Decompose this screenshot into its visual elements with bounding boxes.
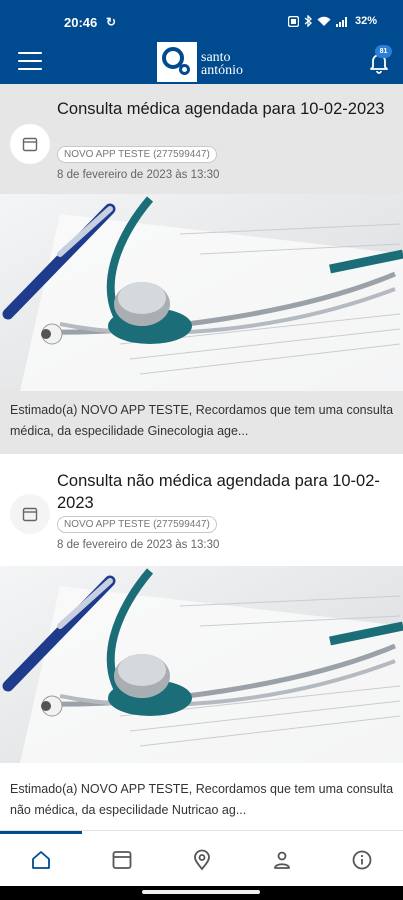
status-bar: 20:46 ↻ 32% (0, 0, 403, 42)
calendar-icon[interactable] (111, 849, 133, 871)
logo-text: santo antónio (201, 50, 243, 78)
home-icon[interactable] (30, 849, 52, 871)
logo: santo antónio (157, 42, 243, 82)
notification-count-badge: 81 (375, 45, 392, 58)
gesture-bar (0, 886, 403, 900)
info-icon[interactable] (351, 849, 373, 871)
status-time: 20:46 (64, 15, 98, 30)
stethoscope-photo (0, 194, 403, 391)
bluetooth-icon (304, 15, 312, 27)
wifi-icon (317, 16, 331, 26)
notification-excerpt: Estimado(a) NOVO APP TESTE, Recordamos q… (10, 403, 394, 438)
sync-icon: ↻ (106, 15, 117, 29)
notification-excerpt: Estimado(a) NOVO APP TESTE, Recordamos q… (10, 782, 394, 817)
notification-card[interactable]: Consulta não médica agendada para 10-02-… (0, 458, 403, 830)
screenshot-icon (287, 15, 299, 27)
active-tab-indicator (0, 831, 82, 834)
notification-card[interactable]: Consulta médica agendada para 10-02-2023… (0, 84, 403, 454)
notification-title: Consulta médica agendada para 10-02-2023 (57, 100, 385, 118)
notification-date: 8 de fevereiro de 2023 às 13:30 (57, 169, 220, 181)
patient-tag: NOVO APP TESTE (277599447) (57, 146, 217, 163)
menu-icon[interactable] (18, 52, 42, 72)
notification-feed[interactable]: Consulta médica agendada para 10-02-2023… (0, 84, 403, 830)
calendar-icon (10, 124, 50, 164)
bottom-nav (0, 830, 403, 886)
status-icons: 32% (287, 15, 377, 27)
signal-icon (335, 16, 347, 27)
battery-level: 32% (354, 15, 377, 27)
app-bar: santo antónio 81 (0, 42, 403, 84)
notification-title: Consulta não médica agendada para 10-02-… (57, 472, 380, 512)
logo-mark (157, 42, 197, 82)
calendar-icon (10, 494, 50, 534)
stethoscope-photo (0, 566, 403, 763)
notification-date: 8 de fevereiro de 2023 às 13:30 (57, 539, 220, 551)
patient-tag: NOVO APP TESTE (277599447) (57, 516, 217, 533)
person-icon[interactable] (271, 849, 293, 871)
location-pin-icon[interactable] (191, 849, 213, 871)
